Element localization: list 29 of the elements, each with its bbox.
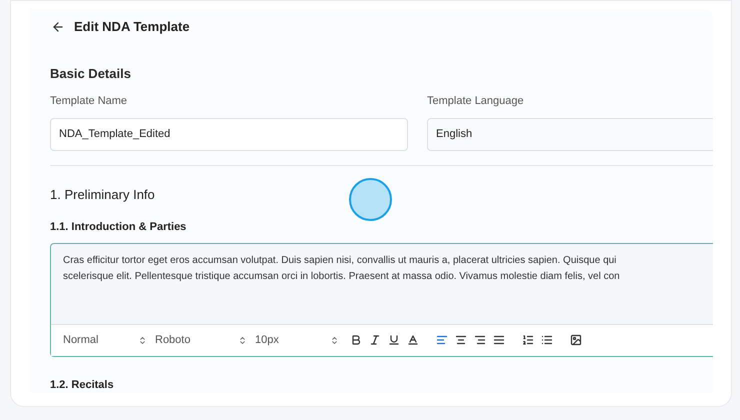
editor-text: scelerisque elit. Pellentesque tristique accumsan orci in lobortis. Praesent at massa odio. Vivamus molestie diam felis, vel con [63,270,620,284]
rich-text-editor[interactable] [50,242,713,356]
underline-icon [388,334,400,346]
field-label: Template Name [50,94,128,110]
section-heading: Basic Details [50,64,132,83]
page-title: Edit NDA Template [74,18,190,36]
image-icon [570,334,582,346]
editor-text: Cras efficitur tortor eget eros accumsan volutpat. Duis sapien nisi, convallis ut mauris a, placerat ultricies sapien. Quisque qui [63,254,616,268]
justify-icon [492,334,504,346]
chevrons-icon [138,336,147,344]
section-heading: 1. Preliminary Info [50,186,156,204]
dropdown-select[interactable]: Normal [63,332,153,348]
align-left-icon [436,334,448,346]
numbered-list-icon [522,334,534,346]
align-right-icon [474,334,486,346]
bold-icon [350,334,362,346]
subsection-heading: 1.2. Recitals [50,378,115,392]
chevrons-icon [330,336,339,344]
italic-icon [368,334,380,346]
text-color-icon [406,334,418,346]
subsection-heading: 1.1. Introduction & Parties [50,220,188,235]
align-center-icon [454,334,466,346]
text-field[interactable]: English [427,118,713,151]
dropdown-select[interactable]: 10px [255,332,345,348]
field-label: Template Language [427,94,525,110]
text-field[interactable]: NDA_Template_Edited [50,118,408,151]
dropdown-select[interactable]: Roboto [155,332,253,348]
chevrons-icon [238,336,247,344]
bullet-list-icon [540,334,552,346]
